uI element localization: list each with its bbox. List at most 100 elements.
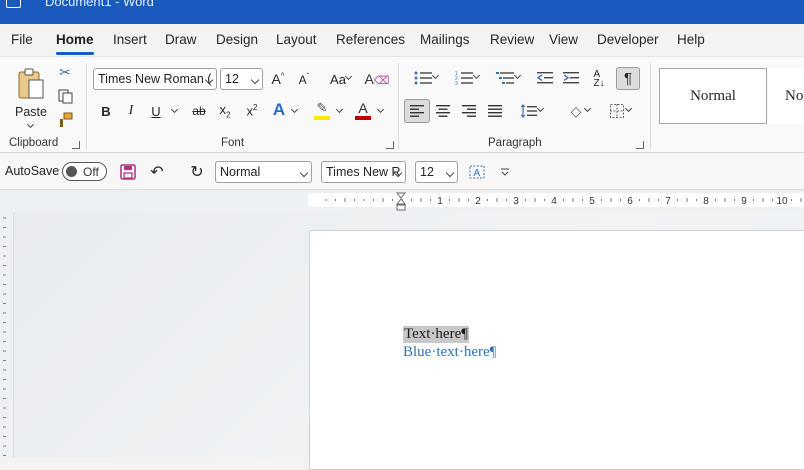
highlight-color-button[interactable]: ✎ bbox=[311, 99, 333, 121]
clear-formatting-button[interactable]: A⌫ bbox=[365, 69, 390, 89]
font-size-box[interactable]: 12 bbox=[220, 68, 263, 90]
borders-icon bbox=[610, 104, 624, 118]
shrink-font-icon: Aˇ bbox=[298, 71, 310, 87]
qat-font-box[interactable]: Times New R bbox=[321, 161, 406, 183]
style-no-spacing-label: No bbox=[785, 87, 804, 104]
document-line-blue[interactable]: Blue·text·here¶ bbox=[403, 344, 496, 361]
autosave-label: AutoSave bbox=[5, 164, 60, 178]
shading-button[interactable]: ◇ bbox=[560, 101, 592, 121]
subscript-button[interactable]: x2 bbox=[215, 101, 235, 121]
bold-icon: B bbox=[101, 103, 111, 119]
active-tab-indicator bbox=[56, 52, 94, 55]
text-effects-dropdown-icon[interactable] bbox=[290, 105, 299, 114]
font-color-button[interactable]: A bbox=[352, 99, 374, 121]
bold-button[interactable]: B bbox=[97, 101, 115, 121]
grow-font-button[interactable]: A^ bbox=[268, 69, 288, 89]
redo-button[interactable]: ↻ bbox=[186, 162, 208, 182]
line-spacing-button[interactable] bbox=[513, 101, 545, 121]
document-page[interactable] bbox=[309, 230, 804, 470]
justify-button[interactable] bbox=[485, 101, 505, 121]
undo-button[interactable]: ↶ bbox=[146, 162, 168, 182]
tab-developer[interactable]: Developer bbox=[597, 32, 659, 47]
pilcrow-icon: ¶ bbox=[623, 70, 633, 87]
tab-insert[interactable]: Insert bbox=[113, 32, 147, 47]
tab-home[interactable]: Home bbox=[56, 32, 94, 47]
style-no-spacing[interactable]: No bbox=[768, 68, 804, 124]
paragraph-dialog-launcher[interactable] bbox=[636, 141, 644, 149]
chevron-down-icon bbox=[344, 72, 353, 81]
paste-button[interactable]: Paste bbox=[12, 62, 50, 129]
format-painter-button[interactable] bbox=[56, 111, 74, 129]
change-case-button[interactable]: Aa bbox=[322, 69, 354, 89]
autosave-toggle[interactable]: Off bbox=[62, 162, 107, 181]
paste-dropdown-chevron[interactable] bbox=[26, 120, 35, 129]
horizontal-ruler[interactable]: 1 2 3 4 5 6 7 8 9 10 bbox=[308, 193, 804, 207]
multilevel-list-button[interactable] bbox=[489, 68, 522, 88]
align-center-button[interactable] bbox=[433, 101, 453, 121]
font-color-dropdown-icon[interactable] bbox=[376, 105, 385, 114]
align-left-button[interactable] bbox=[404, 99, 430, 123]
highlight-dropdown-icon[interactable] bbox=[335, 105, 344, 114]
align-right-icon bbox=[462, 105, 476, 117]
tab-review[interactable]: Review bbox=[490, 32, 534, 47]
chevron-down-icon bbox=[513, 71, 522, 80]
customize-qat-button[interactable] bbox=[497, 162, 513, 182]
tab-draw[interactable]: Draw bbox=[165, 32, 197, 47]
font-name-box[interactable]: Times New Roman ( bbox=[93, 68, 217, 90]
borders-button[interactable] bbox=[600, 101, 634, 121]
ribbon-tabs: File Home Insert Draw Design Layout Refe… bbox=[0, 24, 804, 56]
autosave-state: Off bbox=[83, 165, 99, 179]
superscript-icon: x2 bbox=[246, 103, 258, 119]
style-normal-label: Normal bbox=[690, 87, 736, 104]
decrease-indent-button[interactable] bbox=[535, 68, 555, 88]
numbering-button[interactable]: 123 bbox=[448, 68, 481, 88]
copy-button[interactable] bbox=[56, 87, 74, 105]
ruler-label: 8 bbox=[703, 196, 709, 207]
chevron-down-icon bbox=[536, 104, 545, 113]
tab-help[interactable]: Help bbox=[677, 32, 705, 47]
cut-button[interactable]: ✂ bbox=[56, 63, 74, 81]
tab-mailings[interactable]: Mailings bbox=[420, 32, 470, 47]
qat-size-value: 12 bbox=[420, 165, 434, 179]
qat-size-box[interactable]: 12 bbox=[415, 161, 458, 183]
tab-design[interactable]: Design bbox=[216, 32, 258, 47]
document-line-selected[interactable]: Text·here¶ bbox=[403, 326, 470, 343]
font-color-swatch bbox=[355, 116, 371, 120]
qat-style-box[interactable]: Normal bbox=[215, 161, 312, 183]
clipboard-dialog-launcher[interactable] bbox=[72, 141, 80, 149]
underline-button[interactable]: U bbox=[147, 101, 165, 121]
ruler-label: 9 bbox=[741, 196, 747, 207]
save-icon bbox=[120, 164, 136, 180]
text-effects-button[interactable]: A bbox=[268, 99, 290, 121]
sort-icon: A Z↓ bbox=[593, 69, 605, 89]
tab-file[interactable]: File bbox=[11, 32, 33, 47]
font-dialog-launcher[interactable] bbox=[386, 141, 394, 149]
ruler-label: 1 bbox=[437, 196, 443, 207]
font-size-value: 12 bbox=[225, 72, 239, 86]
svg-text:A: A bbox=[474, 168, 481, 179]
tab-layout[interactable]: Layout bbox=[276, 32, 317, 47]
justify-icon bbox=[488, 105, 502, 117]
superscript-button[interactable]: x2 bbox=[242, 101, 262, 121]
ruler-label: 5 bbox=[589, 196, 595, 207]
style-normal[interactable]: Normal bbox=[659, 68, 767, 124]
show-formatting-marks-button[interactable]: ¶ bbox=[616, 67, 640, 90]
italic-icon: I bbox=[128, 103, 134, 118]
strikethrough-button[interactable]: ab bbox=[189, 101, 209, 121]
bullets-button[interactable] bbox=[407, 68, 440, 88]
select-text-button[interactable]: A bbox=[467, 162, 487, 182]
indent-marker[interactable] bbox=[395, 192, 407, 212]
tab-view[interactable]: View bbox=[549, 32, 578, 47]
increase-indent-button[interactable] bbox=[561, 68, 581, 88]
save-button[interactable] bbox=[118, 162, 138, 182]
shrink-font-button[interactable]: Aˇ bbox=[294, 69, 314, 89]
text-box-icon: A bbox=[469, 165, 485, 179]
undo-icon: ↶ bbox=[150, 164, 164, 181]
sort-button[interactable]: A Z↓ bbox=[589, 68, 609, 90]
clipboard-group-label: Clipboard bbox=[9, 137, 59, 149]
align-right-button[interactable] bbox=[459, 101, 479, 121]
underline-dropdown-icon[interactable] bbox=[170, 105, 179, 114]
italic-button[interactable]: I bbox=[122, 101, 140, 121]
tab-references[interactable]: References bbox=[336, 32, 405, 47]
font-color-icon: A bbox=[358, 100, 368, 116]
